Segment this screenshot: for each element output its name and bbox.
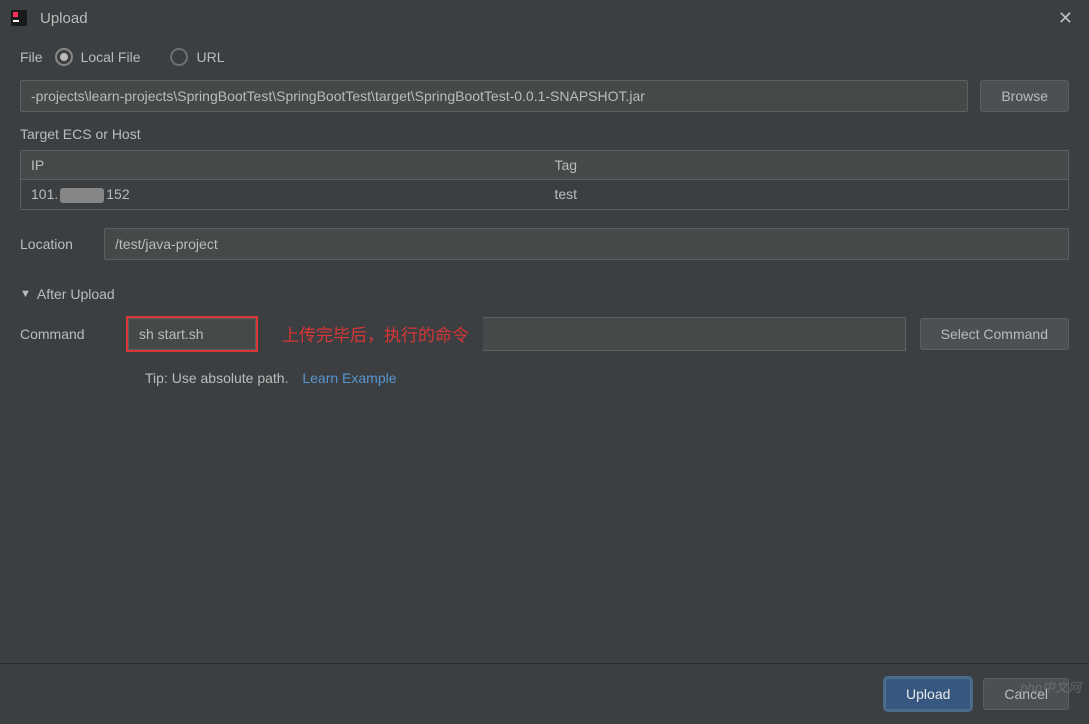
command-input-extension[interactable] bbox=[483, 317, 906, 351]
location-row: Location bbox=[20, 228, 1069, 260]
column-tag: Tag bbox=[545, 151, 1069, 179]
url-radio[interactable]: URL bbox=[170, 48, 224, 66]
upload-button[interactable]: Upload bbox=[885, 678, 971, 710]
local-file-radio-label: Local File bbox=[81, 49, 141, 65]
after-upload-toggle[interactable]: ▼ After Upload bbox=[20, 286, 115, 302]
command-input[interactable] bbox=[128, 318, 256, 350]
file-source-row: File Local File URL bbox=[20, 48, 1069, 66]
target-table: IP Tag 101. 152 test bbox=[20, 150, 1069, 210]
browse-button[interactable]: Browse bbox=[980, 80, 1069, 112]
ip-suffix: 152 bbox=[106, 186, 129, 202]
learn-example-link[interactable]: Learn Example bbox=[302, 370, 396, 386]
command-label: Command bbox=[20, 326, 112, 342]
ip-prefix: 101. bbox=[31, 186, 58, 202]
app-icon bbox=[10, 9, 28, 27]
url-radio-label: URL bbox=[196, 49, 224, 65]
dialog-title: Upload bbox=[40, 10, 1052, 27]
file-path-input[interactable] bbox=[20, 80, 968, 112]
tip-text: Tip: Use absolute path. bbox=[145, 370, 288, 386]
cell-ip: 101. 152 bbox=[21, 180, 545, 209]
table-header-row: IP Tag bbox=[21, 151, 1068, 180]
after-upload-heading: After Upload bbox=[37, 286, 115, 302]
table-row[interactable]: 101. 152 test bbox=[21, 180, 1068, 209]
command-highlight-box bbox=[126, 316, 258, 352]
command-annotation: 上传完毕后，执行的命令 bbox=[282, 321, 469, 346]
file-label: File bbox=[20, 49, 43, 65]
cancel-button[interactable]: Cancel bbox=[983, 678, 1069, 710]
close-icon[interactable]: ✕ bbox=[1052, 8, 1079, 29]
command-row: Command 上传完毕后，执行的命令 Select Command bbox=[20, 316, 1069, 352]
dialog-footer: Upload Cancel bbox=[0, 663, 1089, 724]
location-label: Location bbox=[20, 236, 92, 252]
radio-selected-icon bbox=[55, 48, 73, 66]
file-path-row: Browse bbox=[20, 80, 1069, 112]
chevron-down-icon: ▼ bbox=[20, 288, 31, 300]
local-file-radio[interactable]: Local File bbox=[55, 48, 141, 66]
masked-ip-segment bbox=[60, 188, 104, 203]
select-command-button[interactable]: Select Command bbox=[920, 318, 1069, 350]
tip-row: Tip: Use absolute path. Learn Example bbox=[145, 370, 1069, 386]
location-input[interactable] bbox=[104, 228, 1069, 260]
titlebar: Upload ✕ bbox=[0, 0, 1089, 36]
cell-tag: test bbox=[545, 180, 1069, 209]
radio-unselected-icon bbox=[170, 48, 188, 66]
target-heading: Target ECS or Host bbox=[20, 126, 1069, 142]
column-ip: IP bbox=[21, 151, 545, 179]
